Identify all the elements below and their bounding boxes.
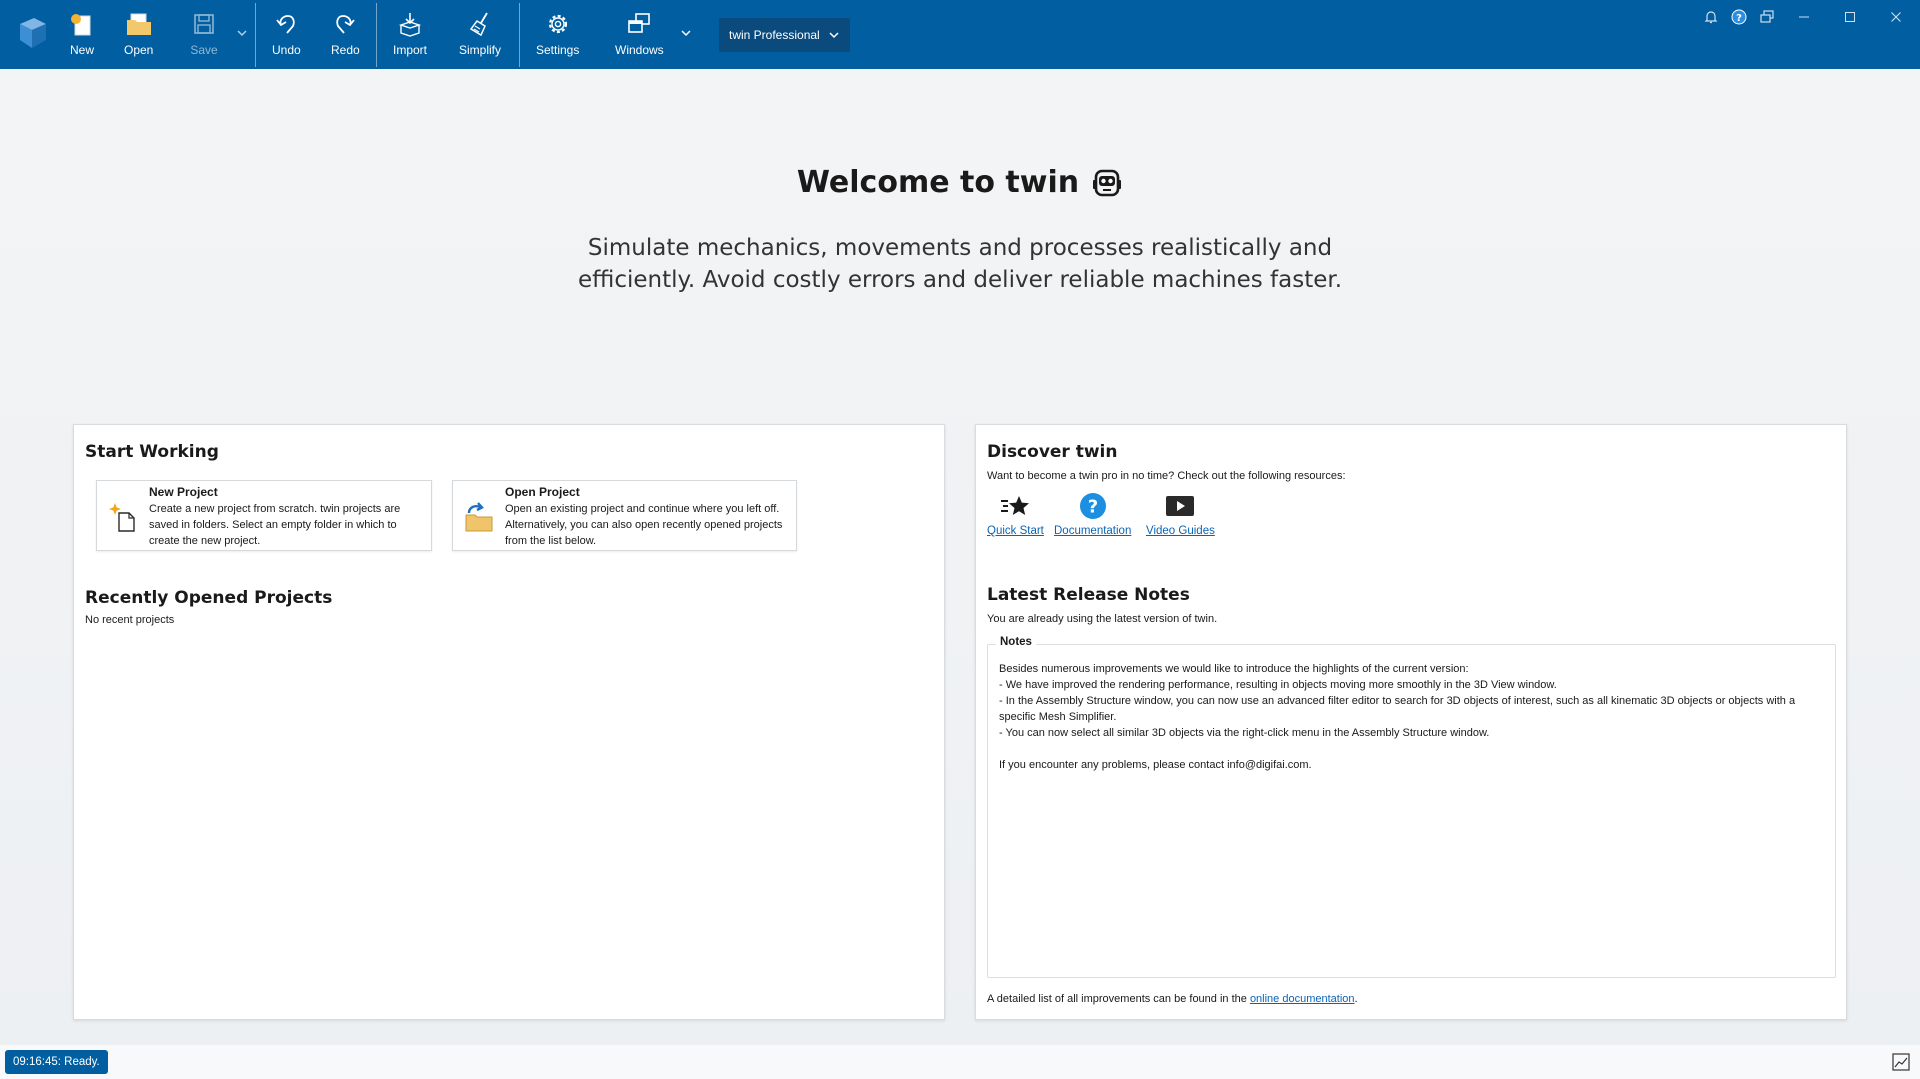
welcome-tagline: Simulate mechanics, movements and proces… xyxy=(577,235,1343,293)
new-project-icon xyxy=(107,501,139,533)
open-project-icon xyxy=(463,501,495,533)
windows-label: Windows xyxy=(615,43,664,57)
redo-icon xyxy=(331,10,359,38)
open-project-tile[interactable]: Open Project Open an existing project an… xyxy=(452,480,797,551)
gear-icon xyxy=(544,10,572,38)
video-guides-label: Video Guides xyxy=(1146,525,1215,537)
undo-icon xyxy=(272,10,300,38)
video-icon xyxy=(1165,491,1195,521)
edition-label: twin Professional xyxy=(729,28,820,42)
notifications-bell-icon[interactable] xyxy=(1697,6,1725,28)
release-footer: A detailed list of all improvements can … xyxy=(987,993,1358,1005)
release-notes-text: Besides numerous improvements we would l… xyxy=(999,663,1796,771)
status-bar: 09:16:45: Ready. xyxy=(0,1045,1920,1079)
new-label: New xyxy=(69,43,94,57)
quick-start-icon xyxy=(999,491,1031,521)
open-label: Open xyxy=(124,43,154,57)
recent-projects-empty: No recent projects xyxy=(85,614,175,626)
redo-button[interactable]: Redo xyxy=(331,10,360,60)
quick-start-label: Quick Start xyxy=(987,525,1044,537)
undo-label: Undo xyxy=(272,43,301,57)
discover-intro: Want to become a twin pro in no time? Ch… xyxy=(987,470,1346,482)
windows-icon xyxy=(625,10,653,38)
help-icon: ? xyxy=(1079,491,1107,521)
save-icon xyxy=(190,10,218,38)
svg-text:?: ? xyxy=(1087,497,1097,518)
start-page: Welcome to twin Simulate mechanics, move… xyxy=(0,69,1920,1045)
new-project-title: New Project xyxy=(149,485,218,499)
status-text: 09:16:45: Ready. xyxy=(13,1056,100,1068)
feedback-icon[interactable] xyxy=(1753,6,1781,28)
simplify-label: Simplify xyxy=(459,43,502,57)
release-status: You are already using the latest version… xyxy=(987,613,1218,625)
simplify-broom-icon xyxy=(466,10,494,38)
new-project-description: Create a new project from scratch. twin … xyxy=(149,503,401,547)
documentation-link[interactable]: ? Documentation xyxy=(1054,491,1131,537)
import-button[interactable]: Import xyxy=(393,10,427,60)
redo-label: Redo xyxy=(331,43,360,57)
notes-label: Notes xyxy=(996,636,1036,648)
robot-mascot-icon xyxy=(1093,169,1122,196)
settings-label: Settings xyxy=(536,43,580,57)
windows-button[interactable]: Windows xyxy=(615,10,664,60)
import-icon xyxy=(396,10,424,38)
discover-heading: Discover twin xyxy=(987,442,1118,462)
start-working-panel: Start Working New Project Create a new p… xyxy=(73,424,945,1020)
online-documentation-link[interactable]: online documentation xyxy=(1250,993,1355,1005)
page-title: Welcome to twin xyxy=(797,165,1123,200)
new-button[interactable]: New xyxy=(68,10,96,60)
edition-dropdown[interactable]: twin Professional xyxy=(719,18,850,52)
release-notes-box: Notes Besides numerous improvements we w… xyxy=(987,636,1836,978)
video-guides-link[interactable]: Video Guides xyxy=(1146,491,1215,537)
help-icon[interactable]: ? xyxy=(1725,6,1753,28)
footer-period: . xyxy=(1354,993,1358,1005)
close-icon[interactable] xyxy=(1882,6,1910,28)
toolbar-separator xyxy=(376,3,377,67)
settings-button[interactable]: Settings xyxy=(536,10,579,60)
footer-text: A detailed list of all improvements can … xyxy=(987,993,1250,1005)
undo-button[interactable]: Undo xyxy=(272,10,301,60)
new-file-icon xyxy=(68,10,96,38)
maximize-icon[interactable] xyxy=(1836,6,1864,28)
save-label: Save xyxy=(190,43,218,57)
ribbon-toolbar: New Open Save Undo Redo Import Simplify … xyxy=(0,0,1920,69)
import-label: Import xyxy=(393,43,428,57)
quick-start-link[interactable]: Quick Start xyxy=(987,491,1044,537)
minimize-icon[interactable] xyxy=(1790,6,1818,28)
svg-text:?: ? xyxy=(1736,13,1742,24)
toolbar-separator xyxy=(255,3,256,67)
release-notes-heading: Latest Release Notes xyxy=(987,585,1190,605)
save-options-chevron-icon[interactable] xyxy=(236,27,248,39)
documentation-label: Documentation xyxy=(1054,525,1132,537)
discover-panel: Discover twin Want to become a twin pro … xyxy=(975,424,1847,1020)
open-project-description: Open an existing project and continue wh… xyxy=(505,503,783,547)
chart-panel-icon[interactable] xyxy=(1892,1053,1910,1071)
new-project-tile[interactable]: New Project Create a new project from sc… xyxy=(96,480,432,551)
open-button[interactable]: Open xyxy=(124,10,153,60)
recent-projects-heading: Recently Opened Projects xyxy=(85,588,333,608)
toolbar-separator xyxy=(519,3,520,67)
open-project-title: Open Project xyxy=(505,485,580,499)
windows-chevron-icon[interactable] xyxy=(680,27,692,39)
simplify-button[interactable]: Simplify xyxy=(459,10,501,60)
save-button[interactable]: Save xyxy=(190,10,218,60)
welcome-title: Welcome to twin xyxy=(796,165,1080,200)
app-logo xyxy=(16,14,48,52)
chevron-down-icon xyxy=(829,32,839,39)
status-badge: 09:16:45: Ready. xyxy=(5,1050,108,1074)
start-working-heading: Start Working xyxy=(85,442,219,462)
open-folder-icon xyxy=(125,10,153,38)
welcome-header: Welcome to twin xyxy=(0,165,1920,200)
